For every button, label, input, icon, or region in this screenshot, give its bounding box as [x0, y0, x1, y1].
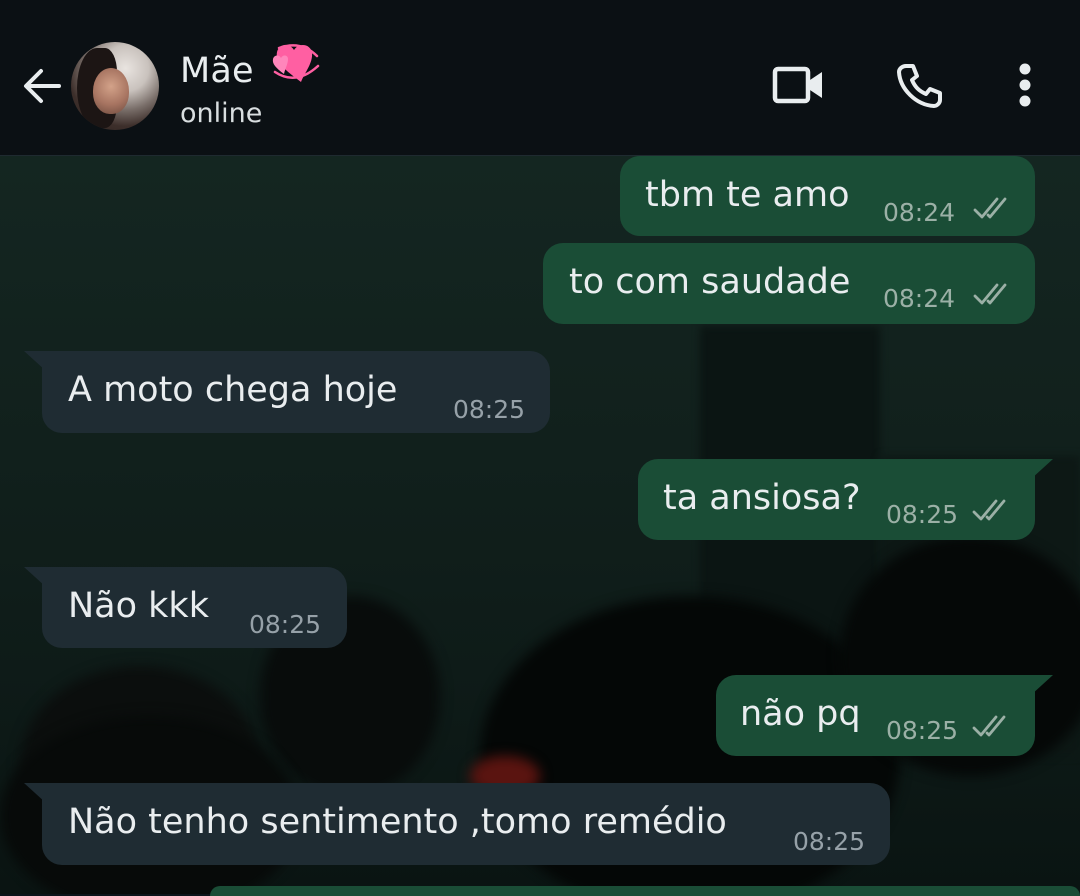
more-vertical-icon	[1019, 63, 1031, 107]
message-text: Não tenho sentimento ,tomo remédio	[68, 802, 727, 842]
contact-avatar[interactable]	[71, 42, 159, 130]
message-bubble-outgoing[interactable]: não pq 08:25	[716, 675, 1053, 756]
message-time: 08:24	[883, 284, 956, 313]
double-check-icon	[973, 197, 1007, 219]
message-bubble-incoming[interactable]: A moto chega hoje 08:25	[24, 351, 550, 433]
back-button[interactable]	[16, 56, 68, 116]
message-time: 08:25	[886, 716, 959, 745]
double-check-icon	[973, 283, 1007, 305]
video-call-button[interactable]	[769, 55, 829, 115]
message-text: não pq	[740, 694, 861, 734]
message-text: to com saudade	[569, 262, 851, 302]
message-bubble-incoming[interactable]: Não tenho sentimento ,tomo remédio 08:25	[24, 783, 890, 865]
message-bubble-outgoing-partial[interactable]	[210, 886, 1080, 896]
message-text: Não kkk	[68, 586, 209, 626]
message-bubble-outgoing[interactable]: ta ansiosa? 08:25	[638, 459, 1053, 540]
message-bubble-outgoing[interactable]: to com saudade 08:24	[543, 243, 1035, 324]
more-options-button[interactable]	[995, 55, 1055, 115]
chat-header: Mãe online	[0, 0, 1080, 156]
message-bubble-outgoing[interactable]: tbm te amo 08:24	[620, 156, 1035, 236]
message-bubble-incoming[interactable]: Não kkk 08:25	[24, 567, 347, 648]
two-hearts-emoji	[271, 42, 321, 95]
message-time: 08:25	[793, 827, 866, 856]
double-check-icon	[972, 499, 1006, 521]
message-time: 08:25	[886, 500, 959, 529]
phone-icon	[897, 64, 942, 108]
message-text: ta ansiosa?	[663, 478, 861, 518]
contact-name-text: Mãe	[180, 51, 254, 91]
double-check-icon	[972, 715, 1006, 737]
contact-name[interactable]: Mãe	[180, 42, 321, 95]
message-time: 08:24	[883, 198, 956, 227]
voice-call-button[interactable]	[889, 55, 949, 115]
message-time: 08:25	[453, 395, 526, 424]
video-camera-icon	[772, 66, 822, 104]
message-text: A moto chega hoje	[68, 370, 398, 410]
message-text: tbm te amo	[645, 175, 850, 215]
contact-status: online	[180, 98, 263, 129]
message-time: 08:25	[249, 610, 322, 639]
arrow-left-icon	[24, 69, 61, 103]
